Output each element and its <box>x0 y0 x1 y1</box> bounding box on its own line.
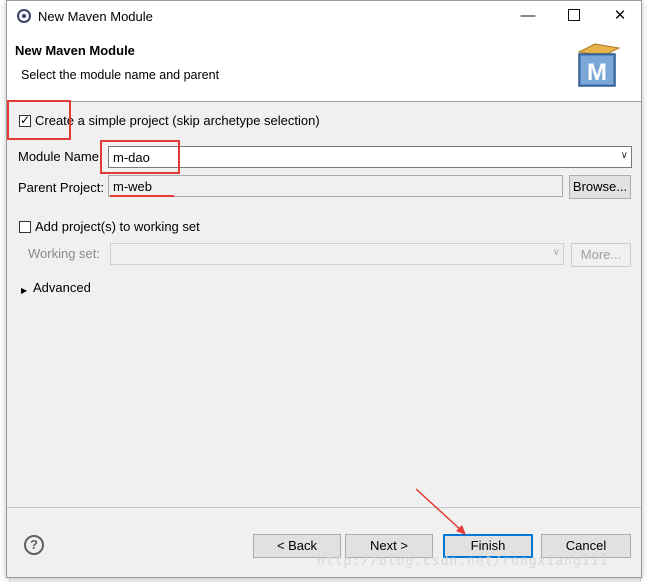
working-set-checkbox[interactable] <box>19 221 31 233</box>
maximize-button[interactable] <box>551 1 597 32</box>
simple-project-label: Create a simple project (skip archetype … <box>35 113 320 128</box>
parent-project-input <box>109 176 562 196</box>
chevron-down-icon: ∨ <box>552 247 560 258</box>
simple-project-checkbox[interactable] <box>19 113 31 127</box>
module-name-input[interactable] <box>109 147 631 167</box>
working-set-add-label: Add project(s) to working set <box>35 219 200 234</box>
chevron-down-icon[interactable]: ∨ <box>621 150 628 161</box>
eclipse-icon <box>17 9 31 23</box>
annotation-arrow <box>415 488 466 535</box>
advanced-section-toggle[interactable]: Advanced <box>33 280 91 295</box>
minimize-button[interactable]: — <box>505 1 551 32</box>
button-bar-separator <box>7 507 641 508</box>
window-title: New Maven Module <box>38 9 153 24</box>
module-name-label: Module Name: <box>18 149 103 164</box>
browse-button[interactable]: Browse... <box>569 175 631 199</box>
wizard-title: New Maven Module <box>15 43 135 58</box>
working-set-label: Working set: <box>28 246 101 261</box>
svg-text:M: M <box>587 59 607 86</box>
maximize-icon <box>568 8 580 21</box>
maven-logo-icon: M <box>577 43 621 87</box>
wizard-banner: New Maven Module Select the module name … <box>7 32 641 102</box>
help-icon[interactable]: ? <box>24 535 44 555</box>
annotation-underline-parent <box>110 195 174 197</box>
parent-project-label: Parent Project: <box>18 180 104 195</box>
more-button: More... <box>571 243 631 267</box>
wizard-description: Select the module name and parent <box>21 68 220 82</box>
parent-project-field <box>108 175 563 197</box>
working-set-combo: ∨ <box>110 243 564 265</box>
dialog-window: New Maven Module — ✕ New Maven Module Se… <box>6 0 642 578</box>
expand-arrow-icon[interactable]: ▶ <box>21 286 27 295</box>
watermark: http://blog.csdn.net/rongxiang111 <box>317 554 609 569</box>
close-button[interactable]: ✕ <box>597 1 643 32</box>
module-name-combo[interactable]: ∨ <box>108 146 632 168</box>
title-bar[interactable]: New Maven Module — ✕ <box>7 1 641 32</box>
